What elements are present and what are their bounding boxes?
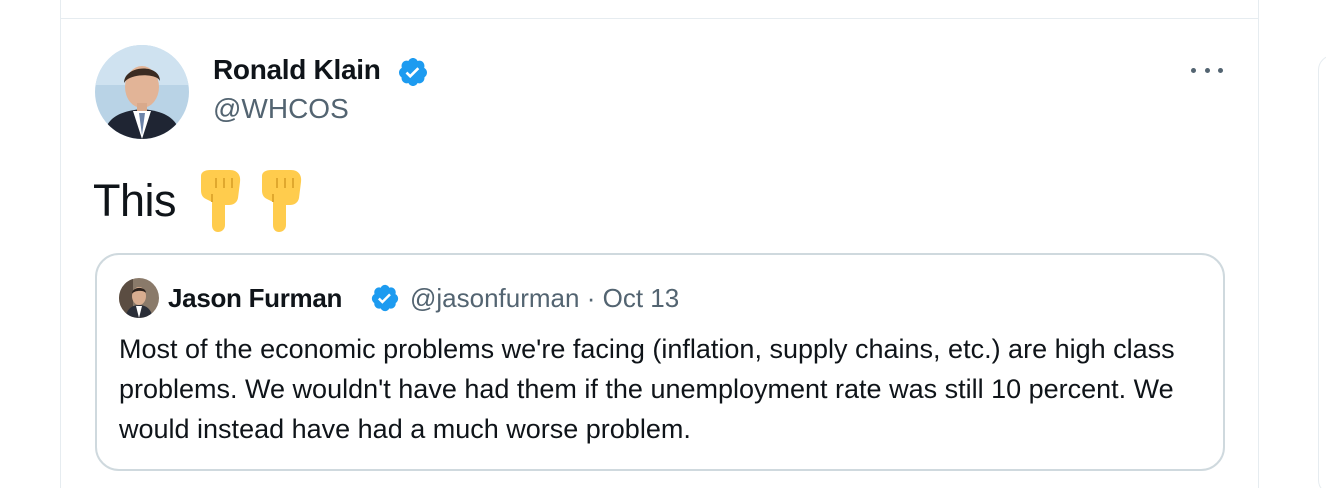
author-avatar[interactable] xyxy=(95,45,189,139)
author-handle[interactable]: @WHCOS xyxy=(213,92,349,126)
quoted-tweet-text: Most of the economic problems we're faci… xyxy=(119,334,1175,444)
meta-separator: · xyxy=(586,283,596,313)
previous-tweet-edge xyxy=(60,0,1259,19)
tweet-text: This xyxy=(93,175,177,226)
pointing-down-emoji-icon xyxy=(262,170,302,232)
avatar-image xyxy=(119,278,159,318)
sidebar-card-edge xyxy=(1318,55,1326,488)
verified-badge-icon xyxy=(371,284,399,312)
dot xyxy=(1218,67,1223,73)
tweet-page: Ronald Klain @WHCOS This Jason Furman @j… xyxy=(0,0,1326,488)
verified-badge-icon xyxy=(398,58,427,86)
quoted-author-name[interactable]: Jason Furman xyxy=(168,283,342,313)
quoted-tweet-meta: @jasonfurman · Oct 13 xyxy=(410,283,679,313)
author-name[interactable]: Ronald Klain xyxy=(213,53,381,87)
avatar-image xyxy=(95,45,189,139)
pointing-down-emoji-icon xyxy=(201,170,241,232)
timeline-border-left xyxy=(60,19,61,488)
dot xyxy=(1191,67,1196,73)
quoted-tweet-date[interactable]: Oct 13 xyxy=(603,283,680,313)
dot xyxy=(1204,67,1210,73)
timeline-border-right xyxy=(1258,19,1259,488)
quoted-author-avatar[interactable] xyxy=(119,278,159,318)
quoted-author-handle[interactable]: @jasonfurman xyxy=(410,283,579,313)
more-options-icon[interactable] xyxy=(1188,60,1226,80)
